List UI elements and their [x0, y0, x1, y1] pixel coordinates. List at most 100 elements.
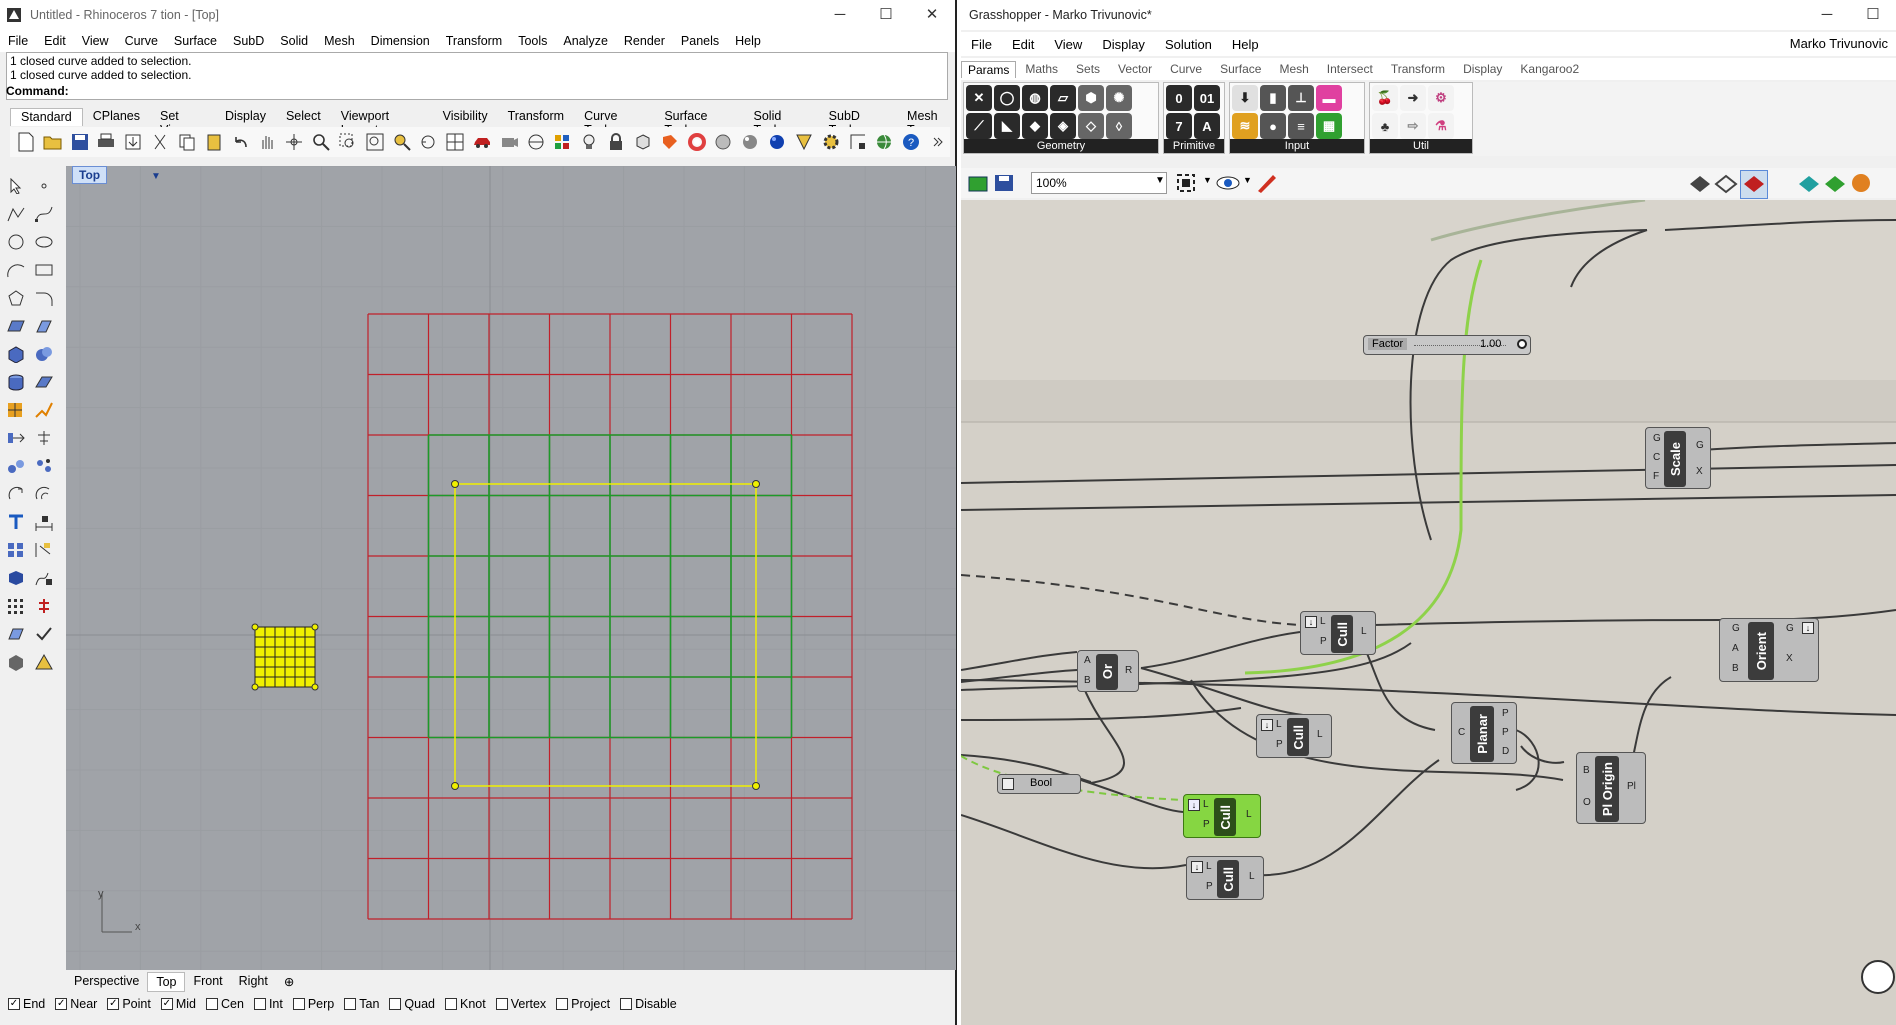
sketch-pen-icon[interactable]: [1255, 172, 1279, 197]
menu-help[interactable]: Help: [727, 34, 769, 48]
gh-tab-params[interactable]: Params: [961, 60, 1017, 78]
relay-outline-icon[interactable]: ⇨: [1400, 113, 1426, 139]
menu-surface[interactable]: Surface: [166, 34, 225, 48]
wire[interactable]: [1515, 729, 1540, 791]
tab-subd-tools[interactable]: SubD Tools: [819, 108, 897, 137]
param-vector-icon[interactable]: ◈: [1050, 113, 1076, 139]
surface-icon[interactable]: [2, 312, 30, 340]
tab-mesh-tools[interactable]: Mesh T: [897, 108, 955, 137]
osnap-disable[interactable]: Disable: [620, 997, 677, 1011]
viewport-tab-right[interactable]: Right: [231, 972, 276, 992]
cplane-icon[interactable]: [524, 130, 548, 154]
flatten-icon[interactable]: ↓: [1305, 616, 1317, 628]
param-integer-icon[interactable]: 7: [1166, 113, 1192, 139]
render-settings-icon[interactable]: [792, 130, 816, 154]
osnap-point[interactable]: ✓ Point: [107, 997, 151, 1011]
cut-plane-icon[interactable]: [2, 620, 30, 648]
flatten-icon[interactable]: ↓: [1802, 622, 1814, 634]
preview-dropdown-icon[interactable]: ▼: [1243, 175, 1252, 185]
gh-tab-sets[interactable]: Sets: [1067, 62, 1109, 76]
tab-surface-tools[interactable]: Surface Tools: [654, 108, 743, 137]
align-icon[interactable]: [30, 424, 58, 452]
gh-maximize-button[interactable]: ☐: [1850, 0, 1896, 30]
menu-file[interactable]: File: [0, 34, 36, 48]
port-output[interactable]: P: [1502, 708, 1509, 719]
component-cull-selected[interactable]: ↓ L P Cull L: [1183, 794, 1261, 838]
gh-menu-edit[interactable]: Edit: [1002, 37, 1044, 52]
gh-menu-file[interactable]: File: [961, 37, 1002, 52]
wire[interactable]: [1080, 679, 1125, 784]
port-input[interactable]: A: [1732, 643, 1739, 654]
osnap-checkbox[interactable]: [620, 998, 633, 1010]
trim-icon[interactable]: [30, 536, 58, 564]
osnap-cen[interactable]: Cen: [206, 997, 244, 1011]
gh-tab-maths[interactable]: Maths: [1016, 62, 1067, 76]
tab-display[interactable]: Display: [215, 108, 276, 126]
cluster-icon[interactable]: ⚙: [1428, 85, 1454, 111]
preview-shaded-icon[interactable]: [1688, 172, 1712, 197]
rectangle-icon[interactable]: [30, 256, 58, 284]
group-icon[interactable]: [2, 452, 30, 480]
help-icon[interactable]: ?: [899, 130, 923, 154]
undo-icon[interactable]: [229, 130, 253, 154]
port-output[interactable]: D: [1502, 746, 1509, 757]
rotate-icon[interactable]: [2, 480, 30, 508]
selection-grip[interactable]: [451, 480, 459, 488]
zoom-window-icon[interactable]: [336, 130, 360, 154]
print-icon[interactable]: [94, 130, 118, 154]
osnap-perp[interactable]: Perp: [292, 997, 334, 1011]
param-line-icon[interactable]: ⟋: [966, 113, 992, 139]
osnap-checkbox[interactable]: ✓: [160, 998, 173, 1010]
wire[interactable]: [1520, 745, 1565, 764]
port-input[interactable]: F: [1653, 471, 1659, 482]
osnap-tan[interactable]: Tan: [344, 997, 379, 1011]
port-input[interactable]: B: [1583, 765, 1590, 776]
zoom-extents-icon[interactable]: [1175, 172, 1199, 197]
display-mode-2-icon[interactable]: [1823, 172, 1847, 197]
gh-menu-view[interactable]: View: [1044, 37, 1092, 52]
ungroup-icon[interactable]: [30, 452, 58, 480]
layers-icon[interactable]: [551, 130, 575, 154]
flatten-icon[interactable]: ↓: [1261, 719, 1273, 731]
menu-subd[interactable]: SubD: [225, 34, 272, 48]
check-icon[interactable]: [30, 620, 58, 648]
param-box-icon[interactable]: ◇: [1078, 113, 1104, 139]
osnap-checkbox[interactable]: [556, 998, 569, 1010]
extrude-icon[interactable]: [30, 312, 58, 340]
analysis-icon[interactable]: [30, 592, 58, 620]
open-icon[interactable]: [41, 130, 65, 154]
osnap-project[interactable]: Project: [556, 997, 610, 1011]
viewport-tab-top[interactable]: Top: [147, 972, 186, 992]
osnap-mid[interactable]: ✓ Mid: [160, 997, 196, 1011]
group-label-primitive[interactable]: Primitive: [1164, 139, 1224, 153]
port-input[interactable]: L: [1203, 799, 1209, 810]
osnap-checkbox[interactable]: ✓: [107, 998, 120, 1010]
osnap-checkbox[interactable]: ✓: [8, 998, 20, 1010]
gh-tab-display[interactable]: Display: [1454, 62, 1511, 76]
import-icon[interactable]: [121, 130, 145, 154]
wire[interactable]: [1080, 779, 1184, 813]
osnap-checkbox[interactable]: [344, 998, 357, 1010]
tree-icon[interactable]: ♣: [1372, 113, 1398, 139]
selection-grip[interactable]: [251, 683, 259, 691]
slider-icon[interactable]: ⊥: [1288, 85, 1314, 111]
selection-grip[interactable]: [752, 480, 760, 488]
shaded-sphere-icon[interactable]: [712, 130, 736, 154]
gh-menu-solution[interactable]: Solution: [1155, 37, 1222, 52]
component-planar[interactable]: C Planar P P D: [1451, 702, 1517, 764]
point-icon[interactable]: [30, 172, 58, 200]
relay-arrow-icon[interactable]: ➜: [1400, 85, 1426, 111]
param-field-icon[interactable]: ◊: [1106, 113, 1132, 139]
tab-curve-tools[interactable]: Curve Tools: [574, 108, 654, 137]
small-selected-grid[interactable]: [251, 623, 319, 691]
port-input[interactable]: B: [1732, 663, 1739, 674]
boolean-icon[interactable]: [30, 340, 58, 368]
slider-grip[interactable]: [1517, 339, 1527, 349]
arc-icon[interactable]: [2, 256, 30, 284]
tab-viewport-layout[interactable]: Viewport Layout: [331, 108, 433, 137]
move-icon[interactable]: [2, 424, 30, 452]
block-icon[interactable]: [2, 564, 30, 592]
zoom-dropdown-icon[interactable]: ▼: [1155, 175, 1165, 186]
port-output[interactable]: G: [1696, 440, 1704, 451]
menu-transform[interactable]: Transform: [438, 34, 511, 48]
